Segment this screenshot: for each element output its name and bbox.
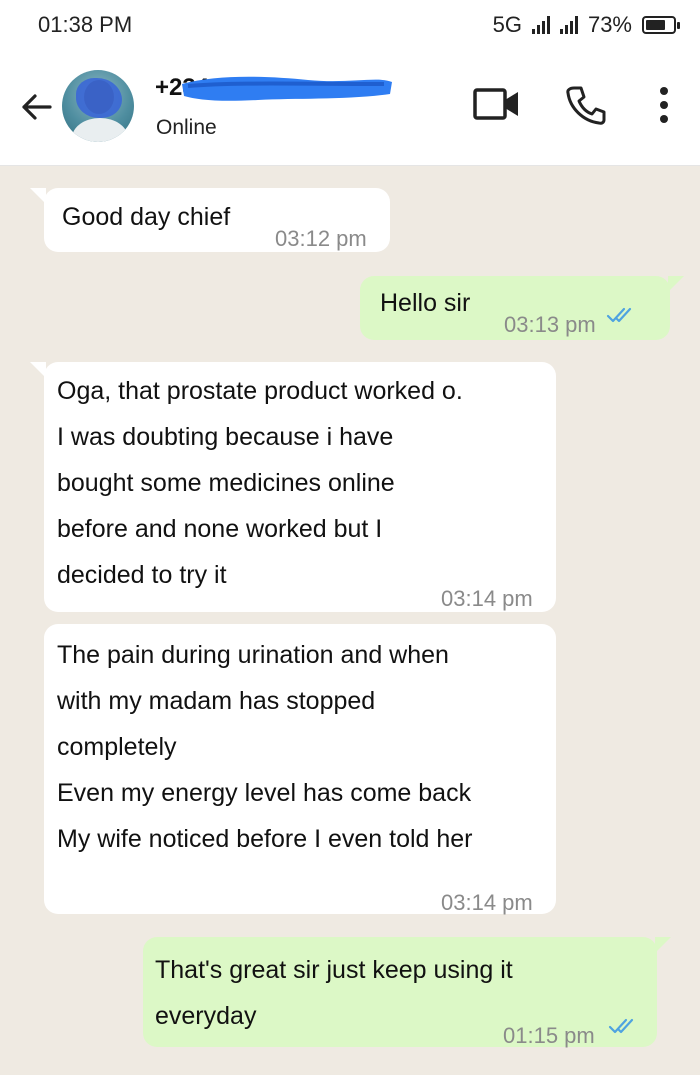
- chat-header: +234 Online: [0, 50, 700, 166]
- message-bubble-outgoing[interactable]: Hello sir 03:13 pm: [360, 276, 684, 340]
- avatar[interactable]: [62, 70, 134, 142]
- battery-icon: [642, 16, 680, 34]
- signal-icon: [531, 16, 550, 34]
- status-time: 01:38 PM: [38, 12, 133, 37]
- phone-icon[interactable]: [565, 84, 607, 126]
- redaction-mark: [182, 76, 392, 101]
- battery-fill: [646, 20, 665, 30]
- read-ticks-icon: [606, 307, 632, 323]
- message-time: 03:14 pm: [441, 890, 533, 915]
- message-bubble-incoming[interactable]: The pain during urination and when with …: [44, 624, 556, 915]
- network-type: 5G: [492, 12, 522, 37]
- message-time: 03:13 pm: [504, 312, 596, 337]
- message-text: Oga, that prostate product worked o. I w…: [57, 377, 463, 589]
- read-ticks-icon: [608, 1018, 634, 1034]
- status-indicators: 5G 73%: [492, 12, 680, 38]
- signal-icon-2: [559, 16, 578, 34]
- battery-percent: 73%: [587, 12, 632, 37]
- more-vertical-icon[interactable]: [656, 86, 672, 126]
- message-bubble-incoming[interactable]: Good day chief 03:12 pm: [30, 188, 390, 252]
- video-call-icon[interactable]: [472, 84, 522, 124]
- message-bubble-outgoing[interactable]: That's great sir just keep using it ever…: [143, 937, 671, 1048]
- message-bubble-incoming[interactable]: Oga, that prostate product worked o. I w…: [30, 362, 556, 612]
- back-arrow-icon[interactable]: [18, 88, 56, 126]
- status-bar: 01:38 PM 5G 73%: [0, 0, 700, 50]
- message-time: 03:14 pm: [441, 586, 533, 611]
- contact-status: Online: [156, 116, 217, 139]
- message-time: 03:12 pm: [275, 226, 367, 251]
- chat-area: Good day chief 03:12 pm Hello sir 03:13 …: [0, 166, 700, 1075]
- message-time: 01:15 pm: [503, 1023, 595, 1048]
- message-text: The pain during urination and when with …: [57, 641, 473, 853]
